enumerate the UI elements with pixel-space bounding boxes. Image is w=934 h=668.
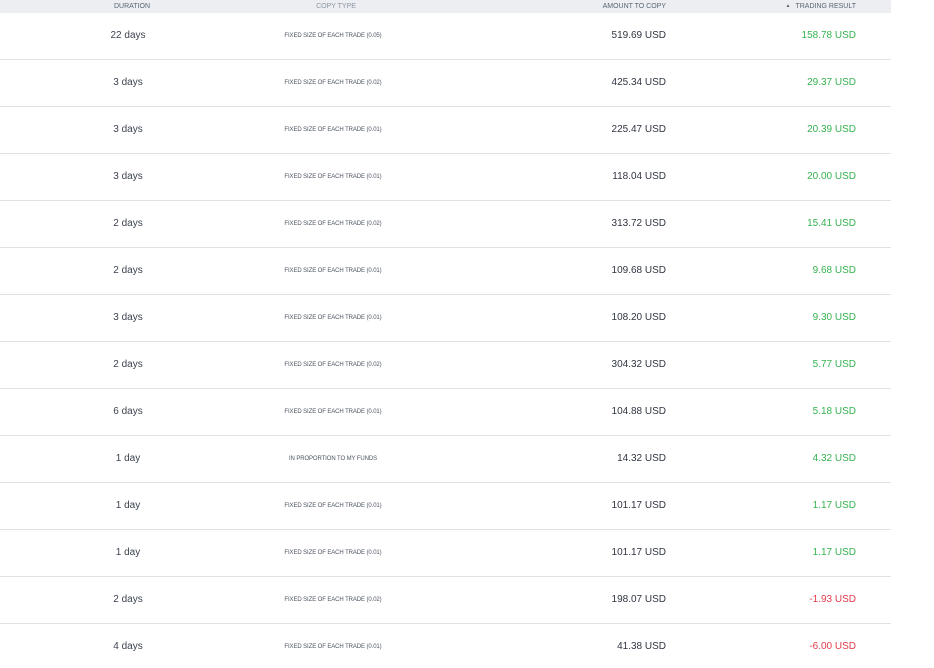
duration-cell: 3 days	[113, 124, 143, 135]
duration-cell: 1 day	[115, 453, 141, 464]
trading-result-cell: 5.77 USD	[812, 359, 856, 370]
header-duration[interactable]: DURATION	[80, 0, 184, 13]
copy-type-cell: FIXED SIZE OF EACH TRADE (0.02)	[284, 597, 382, 603]
duration-cell: 22 days	[110, 30, 146, 41]
copy-type-cell: FIXED SIZE OF EACH TRADE (0.01)	[284, 550, 382, 556]
amount-cell: 225.47 USD	[611, 124, 666, 135]
copy-type-cell: FIXED SIZE OF EACH TRADE (0.01)	[284, 127, 382, 133]
table-row[interactable]: 1 day IN PROPORTION TO MY FUNDS 14.32 US…	[0, 436, 891, 483]
trading-result-cell: 29.37 USD	[807, 77, 856, 88]
trading-result-cell: 1.17 USD	[812, 500, 856, 511]
duration-cell: 2 days	[113, 594, 143, 605]
amount-cell: 108.20 USD	[611, 312, 666, 323]
copy-type-cell: FIXED SIZE OF EACH TRADE (0.01)	[284, 268, 382, 274]
copy-type-cell: FIXED SIZE OF EACH TRADE (0.02)	[284, 221, 382, 227]
amount-cell: 41.38 USD	[617, 641, 666, 652]
table-row[interactable]: 2 days FIXED SIZE OF EACH TRADE (0.02) 3…	[0, 201, 891, 248]
amount-cell: 101.17 USD	[611, 547, 666, 558]
copy-type-cell: FIXED SIZE OF EACH TRADE (0.02)	[284, 362, 382, 368]
copy-type-cell: FIXED SIZE OF EACH TRADE (0.01)	[284, 644, 382, 650]
amount-cell: 313.72 USD	[611, 218, 666, 229]
trading-result-cell: 20.00 USD	[807, 171, 856, 182]
amount-cell: 425.34 USD	[611, 77, 666, 88]
table-row[interactable]: 2 days FIXED SIZE OF EACH TRADE (0.02) 3…	[0, 342, 891, 389]
amount-cell: 101.17 USD	[611, 500, 666, 511]
trading-result-cell: 15.41 USD	[807, 218, 856, 229]
duration-cell: 2 days	[113, 359, 143, 370]
table-body: 22 days FIXED SIZE OF EACH TRADE (0.05) …	[0, 13, 891, 668]
sort-ascending-icon[interactable]: ▲	[786, 0, 791, 13]
trading-result-cell: 5.18 USD	[812, 406, 856, 417]
table-row[interactable]: 2 days FIXED SIZE OF EACH TRADE (0.02) 1…	[0, 577, 891, 624]
header-amount-to-copy[interactable]: AMOUNT TO COPY	[560, 0, 666, 13]
trading-result-cell: 9.68 USD	[812, 265, 856, 276]
trading-result-cell: 1.17 USD	[812, 547, 856, 558]
amount-cell: 304.32 USD	[611, 359, 666, 370]
duration-cell: 3 days	[113, 77, 143, 88]
copy-type-cell: IN PROPORTION TO MY FUNDS	[288, 456, 378, 462]
table-row[interactable]: 3 days FIXED SIZE OF EACH TRADE (0.01) 2…	[0, 107, 891, 154]
trading-result-cell: -6.00 USD	[809, 641, 856, 652]
amount-cell: 519.69 USD	[611, 30, 666, 41]
trading-result-cell: -1.93 USD	[809, 594, 856, 605]
table-row[interactable]: 6 days FIXED SIZE OF EACH TRADE (0.01) 1…	[0, 389, 891, 436]
duration-cell: 2 days	[113, 218, 143, 229]
amount-cell: 104.88 USD	[611, 406, 666, 417]
trading-result-cell: 158.78 USD	[801, 30, 856, 41]
table-row[interactable]: 3 days FIXED SIZE OF EACH TRADE (0.01) 1…	[0, 154, 891, 201]
table-row[interactable]: 3 days FIXED SIZE OF EACH TRADE (0.01) 1…	[0, 295, 891, 342]
table-row[interactable]: 4 days FIXED SIZE OF EACH TRADE (0.01) 4…	[0, 624, 891, 668]
copy-type-cell: FIXED SIZE OF EACH TRADE (0.05)	[284, 33, 382, 39]
duration-cell: 1 day	[115, 500, 141, 511]
table-header: DURATION COPY TYPE AMOUNT TO COPY ▲ TRADI…	[0, 0, 891, 13]
table-row[interactable]: 2 days FIXED SIZE OF EACH TRADE (0.01) 1…	[0, 248, 891, 295]
amount-cell: 198.07 USD	[611, 594, 666, 605]
duration-cell: 2 days	[113, 265, 143, 276]
amount-cell: 109.68 USD	[611, 265, 666, 276]
trading-result-cell: 20.39 USD	[807, 124, 856, 135]
copy-type-cell: FIXED SIZE OF EACH TRADE (0.01)	[284, 503, 382, 509]
table-row[interactable]: 22 days FIXED SIZE OF EACH TRADE (0.05) …	[0, 13, 891, 60]
copy-type-cell: FIXED SIZE OF EACH TRADE (0.01)	[284, 409, 382, 415]
duration-cell: 4 days	[113, 641, 143, 652]
table-row[interactable]: 1 day FIXED SIZE OF EACH TRADE (0.01) 10…	[0, 530, 891, 577]
amount-cell: 14.32 USD	[617, 453, 666, 464]
trading-result-cell: 4.32 USD	[812, 453, 856, 464]
trading-result-cell: 9.30 USD	[812, 312, 856, 323]
copy-trading-history-table: DURATION COPY TYPE AMOUNT TO COPY ▲ TRADI…	[0, 0, 891, 668]
duration-cell: 6 days	[113, 406, 143, 417]
table-row[interactable]: 1 day FIXED SIZE OF EACH TRADE (0.01) 10…	[0, 483, 891, 530]
header-copy-type[interactable]: COPY TYPE	[236, 0, 436, 13]
duration-cell: 1 day	[115, 547, 141, 558]
copy-type-cell: FIXED SIZE OF EACH TRADE (0.01)	[284, 174, 382, 180]
duration-cell: 3 days	[113, 312, 143, 323]
amount-cell: 118.04 USD	[612, 171, 666, 182]
header-trading-result-label: TRADING RESULT	[795, 3, 856, 10]
header-trading-result[interactable]: ▲ TRADING RESULT	[760, 0, 857, 13]
table-row[interactable]: 3 days FIXED SIZE OF EACH TRADE (0.02) 4…	[0, 60, 891, 107]
duration-cell: 3 days	[113, 171, 143, 182]
copy-type-cell: FIXED SIZE OF EACH TRADE (0.01)	[284, 315, 382, 321]
copy-type-cell: FIXED SIZE OF EACH TRADE (0.02)	[284, 80, 382, 86]
